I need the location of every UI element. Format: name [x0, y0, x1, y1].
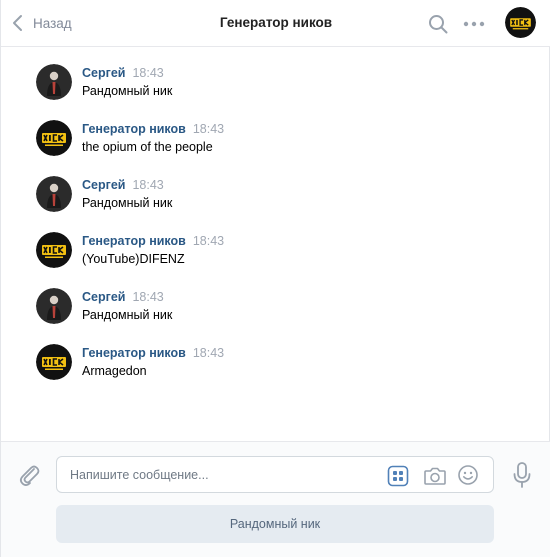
person-photo-icon — [36, 64, 72, 100]
message-item: Генератор ников 18:43 the opium of the pe… — [36, 104, 516, 156]
nick-logo-icon — [36, 344, 72, 380]
message-text: (YouTube)DIFENZ — [82, 252, 185, 266]
chat-header: Назад Генератор ников — [1, 0, 550, 47]
message-time: 18:43 — [132, 178, 164, 192]
search-icon[interactable] — [427, 13, 449, 35]
message-time: 18:43 — [132, 66, 164, 80]
nick-bot-avatar[interactable] — [36, 120, 72, 156]
sender-name[interactable]: Генератор ников 18:43 — [82, 346, 224, 360]
message-text: Рандомный ник — [82, 84, 173, 98]
message-time: 18:43 — [192, 234, 225, 248]
smile-icon[interactable] — [457, 464, 479, 486]
sender-name[interactable]: Генератор ников 18:43 — [82, 234, 224, 248]
back-button[interactable]: Назад — [11, 12, 72, 34]
camera-icon[interactable] — [423, 465, 447, 487]
nick-bot-avatar[interactable] — [36, 232, 72, 268]
paperclip-icon[interactable] — [17, 462, 41, 488]
message-item: Сергей 18:43 Рандомный ник — [36, 48, 516, 100]
microphone-icon[interactable] — [511, 461, 533, 489]
nick-logo-icon — [505, 7, 536, 38]
person-photo-icon — [36, 176, 72, 212]
message-time: 18:43 — [192, 346, 225, 360]
person-photo-icon — [36, 288, 72, 324]
back-label: Назад — [33, 15, 72, 31]
message-text: the opium of the people — [82, 140, 213, 154]
nick-logo-icon — [36, 120, 72, 156]
keyboard-button-label: Рандомный ник — [229, 517, 321, 531]
message-item: Сергей 18:43 Рандомный ник — [36, 160, 516, 212]
message-list[interactable]: Сергей 18:43 Рандомный ник Генератор нико… — [1, 48, 550, 440]
user-avatar[interactable] — [36, 176, 72, 212]
chat-window: Назад Генератор ников Сергей 18:43 Рандо… — [0, 0, 550, 557]
keyboard-button-random-nick[interactable]: Рандомный ник — [56, 505, 494, 543]
bot-keyboard-icon[interactable] — [387, 465, 409, 487]
message-composer: Напишите сообщение... Рандомный ник — [1, 441, 550, 557]
message-text: Armagedon — [82, 364, 147, 378]
sender-name[interactable]: Генератор ников 18:43 — [82, 122, 224, 136]
nick-logo-icon — [36, 232, 72, 268]
message-text: Рандомный ник — [82, 196, 173, 210]
nick-bot-avatar[interactable] — [505, 7, 536, 38]
message-input-placeholder: Напишите сообщение... — [70, 468, 209, 482]
chevron-left-icon — [13, 15, 22, 31]
user-avatar[interactable] — [36, 64, 72, 100]
sender-name[interactable]: Сергей 18:43 — [82, 66, 164, 80]
message-time: 18:43 — [192, 122, 225, 136]
message-time: 18:43 — [132, 290, 164, 304]
message-item: Генератор ников 18:43 (YouTube)DIFENZ — [36, 216, 516, 268]
user-avatar[interactable] — [36, 288, 72, 324]
sender-name[interactable]: Сергей 18:43 — [82, 178, 164, 192]
message-text: Рандомный ник — [82, 308, 173, 322]
nick-bot-avatar[interactable] — [36, 344, 72, 380]
sender-name[interactable]: Сергей 18:43 — [82, 290, 164, 304]
message-item: Генератор ников 18:43 Armagedon — [36, 328, 516, 380]
message-item: Сергей 18:43 Рандомный ник — [36, 272, 516, 324]
more-dots-icon[interactable] — [461, 13, 487, 35]
message-input[interactable]: Напишите сообщение... — [56, 456, 494, 493]
